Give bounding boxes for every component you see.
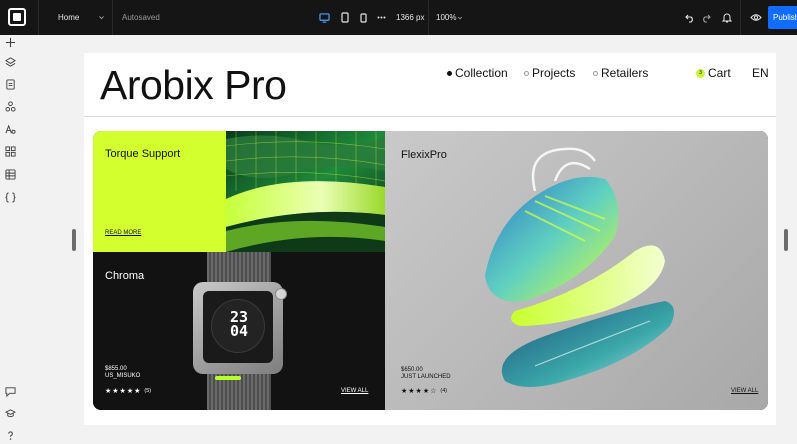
right-resize-handle[interactable]: [784, 229, 788, 251]
autosave-status: Autosaved: [122, 13, 160, 22]
publish-button[interactable]: Publish: [768, 6, 797, 29]
product-subtitle: JUST LAUNCHED: [401, 374, 451, 380]
chevron-down-icon[interactable]: [96, 11, 106, 24]
torque-support-tile[interactable]: Torque Support READ MORE: [93, 131, 226, 252]
rating-stars: ★★★★☆ (4): [401, 387, 447, 395]
grid-icon[interactable]: [1, 142, 19, 160]
watch-time: 23 04: [212, 310, 266, 340]
watch-face: 23 04: [203, 291, 273, 363]
tile-title: Torque Support: [105, 148, 181, 160]
apps-icon[interactable]: [1, 97, 19, 115]
watch-dial: 23 04: [211, 299, 265, 353]
nav-label: EN: [752, 66, 769, 80]
nav-dot-icon: [447, 70, 452, 76]
undo-icon[interactable]: [684, 11, 696, 24]
product-subtitle: US_MISUKO: [105, 373, 141, 379]
watch-crown: [275, 288, 287, 300]
nav-label: Collection: [455, 66, 508, 80]
tablet-view-icon[interactable]: [340, 11, 350, 24]
nav-label: Cart: [708, 66, 731, 80]
code-icon[interactable]: [1, 188, 19, 206]
preview-eye-icon[interactable]: [749, 11, 763, 24]
notifications-icon[interactable]: [721, 11, 733, 24]
rating-stars: ★★★★★ (5): [105, 387, 151, 395]
product-price: $650.00: [401, 367, 423, 373]
site-canvas[interactable]: Arobix Pro Collection Projects Retailers…: [84, 53, 776, 425]
view-all-link[interactable]: VIEW ALL: [731, 388, 758, 394]
editor-logo[interactable]: [8, 8, 26, 26]
page-selector[interactable]: Home: [58, 12, 79, 23]
chroma-tile[interactable]: Chroma 23 04 $855.00 US_MISUKO ★★★★★ (5)…: [93, 252, 385, 410]
nav-projects[interactable]: Projects: [524, 66, 575, 80]
language-selector[interactable]: EN: [752, 66, 769, 80]
nav-collection[interactable]: Collection: [447, 66, 508, 80]
help-icon[interactable]: [1, 426, 19, 444]
cart-count-badge: 3: [696, 68, 705, 78]
rating-count: (4): [440, 388, 448, 394]
table-icon[interactable]: [1, 165, 19, 183]
watch-image: 23 04: [193, 282, 287, 374]
header-divider: [84, 116, 776, 117]
view-all-link[interactable]: VIEW ALL: [341, 388, 368, 394]
stars-icon: ★★★★★: [105, 388, 142, 395]
nav-dot-icon: [593, 70, 598, 76]
editor-left-toolbar: [0, 35, 63, 444]
divider: [740, 0, 741, 35]
torque-support-image: [226, 131, 385, 252]
mobile-view-icon[interactable]: [358, 11, 368, 24]
site-logo-text[interactable]: Arobix Pro: [100, 61, 287, 109]
editor-topbar: Home Autosaved 1366 px 100% Publish: [0, 0, 797, 35]
nav-dot-icon: [524, 70, 529, 76]
abstract-sole-illustration: [226, 131, 385, 252]
product-price: $855.00: [105, 366, 127, 372]
nav-label: Projects: [532, 66, 576, 80]
layers-icon[interactable]: [1, 53, 19, 71]
product-grid: Torque Support READ MORE Chroma 23 04 $8…: [93, 131, 768, 410]
stars-icon: ★★★★☆: [401, 388, 438, 395]
text-icon[interactable]: [1, 120, 19, 138]
divider: [112, 0, 113, 35]
page-icon[interactable]: [1, 75, 19, 93]
tile-title: Chroma: [105, 270, 145, 282]
redo-icon[interactable]: [700, 11, 712, 24]
nav-cart[interactable]: 3 Cart: [696, 66, 731, 80]
nav-label: Retailers: [601, 66, 649, 80]
rating-count: (5): [144, 388, 152, 394]
nav-retailers[interactable]: Retailers: [593, 66, 648, 80]
watch-accent-bar: [215, 376, 241, 380]
watch-strap-top: [207, 252, 271, 284]
plus-icon[interactable]: [1, 33, 19, 51]
tile-title: FlexixPro: [401, 149, 447, 161]
learn-icon[interactable]: [1, 404, 19, 422]
watch-minutes: 04: [229, 322, 249, 340]
canvas-width[interactable]: 1366 px: [396, 12, 424, 23]
zoom-level[interactable]: 100%: [436, 12, 456, 23]
divider: [428, 0, 429, 35]
flexixpro-tile[interactable]: FlexixPro $650.00 JUST LAUNCHED ★★★★☆ (4…: [385, 131, 768, 410]
chevron-down-icon[interactable]: [456, 11, 464, 24]
desktop-view-icon[interactable]: [318, 11, 330, 24]
read-more-link[interactable]: READ MORE: [105, 230, 141, 236]
shoe-illustration: [485, 147, 674, 387]
left-resize-handle[interactable]: [72, 229, 76, 251]
more-options-icon[interactable]: [376, 11, 386, 24]
chat-icon[interactable]: [1, 382, 19, 400]
divider: [38, 0, 39, 35]
